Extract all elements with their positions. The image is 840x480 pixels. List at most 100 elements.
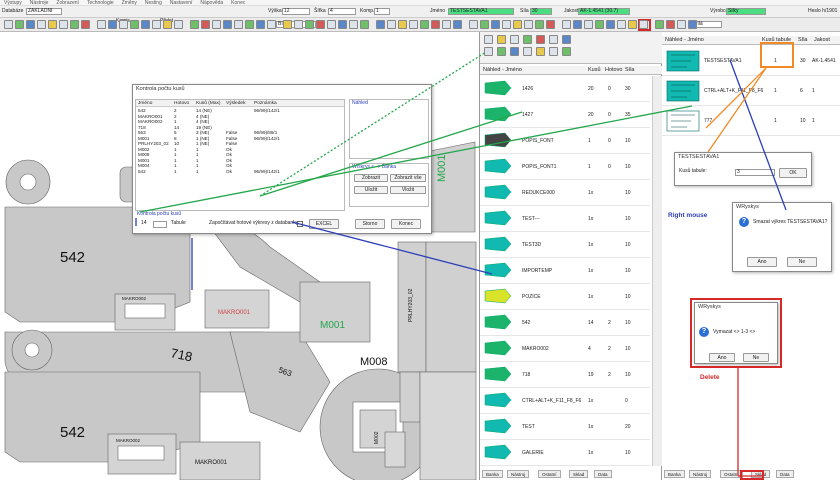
toolbar-tool-icon[interactable]: [15, 20, 24, 29]
banka-tool-icon[interactable]: [536, 47, 545, 56]
tab-data[interactable]: Data: [776, 470, 794, 478]
toolbar-tool-icon[interactable]: [666, 20, 675, 29]
sestava-row[interactable]: CTRL+ALT+K_F11_F8_F6 1 6 1: [662, 76, 840, 106]
toolbar-tool-icon[interactable]: [453, 20, 462, 29]
toolbar-tool-icon[interactable]: [469, 20, 478, 29]
banka-row[interactable]: TEST 1x 20: [480, 414, 650, 440]
tab-sklad[interactable]: Sklad: [569, 470, 589, 478]
banka-row[interactable]: 542 14 2 10: [480, 310, 650, 336]
banka-list[interactable]: 1426 20 0 30 1427 20 0 35 POPIS_FONT 1 0 10 POPIS_FO…: [480, 76, 656, 466]
toolbar-tool-icon[interactable]: [294, 20, 303, 29]
col-r-nahled[interactable]: Náhled - Jméno: [665, 36, 704, 45]
komp-field[interactable]: 1: [374, 8, 390, 15]
toolbar-tool-icon[interactable]: [398, 20, 407, 29]
toolbar-tool-icon[interactable]: [70, 20, 79, 29]
toolbar-tool-icon[interactable]: [256, 20, 265, 29]
storno-button[interactable]: Storno: [355, 219, 385, 229]
zobrazit-button[interactable]: Zobrazit: [354, 174, 388, 182]
banka-row[interactable]: TEST--- 1x 10: [480, 206, 650, 232]
sestava-list[interactable]: TESTSESTAVA1 1 30 AK-1.4541 CTRL+ALT+K_F11_F…: [662, 46, 840, 146]
toolbar-tool-icon[interactable]: [584, 20, 593, 29]
toolbar-tool-icon[interactable]: [223, 20, 232, 29]
zobrazit-vse-button[interactable]: Zobrazit vše: [390, 174, 426, 182]
vyrobce-field[interactable]: Silky: [726, 8, 766, 15]
smazat-no-button[interactable]: Ne: [787, 257, 817, 267]
smazat-yes-button[interactable]: Ano: [747, 257, 777, 267]
kontrola-col-header[interactable]: Hotovo: [174, 100, 189, 107]
toolbar-tool-icon[interactable]: [655, 20, 664, 29]
toolbar-tool-icon[interactable]: [617, 20, 626, 29]
toolbar-tool-icon[interactable]: [48, 20, 57, 29]
toolbar-tool-icon[interactable]: [688, 20, 697, 29]
toolbar-tool-icon[interactable]: [677, 20, 686, 29]
toolbar-tool-icon[interactable]: [190, 20, 199, 29]
toolbar-tool-icon[interactable]: [163, 20, 172, 29]
toolbar-tool-icon[interactable]: [387, 20, 396, 29]
banka-row[interactable]: 718 19 2 10: [480, 362, 650, 388]
toolbar-tool-icon[interactable]: [174, 20, 183, 29]
sila-field[interactable]: 30: [530, 8, 552, 15]
kontrola-table[interactable]: Jméno Hotovo Kusů (Max) Výsledek Poznámka 54…: [135, 99, 345, 211]
vlozit-button[interactable]: Vložit: [390, 186, 426, 194]
toolbar-tool-icon[interactable]: [4, 20, 13, 29]
toolbar-tool-icon[interactable]: [245, 20, 254, 29]
toolbar-tool-icon[interactable]: [201, 20, 210, 29]
col-nahled[interactable]: Náhled - Jméno: [483, 66, 522, 75]
tab-banka[interactable]: Banka: [664, 470, 685, 478]
toolbar-tool-icon[interactable]: [573, 20, 582, 29]
toolbar-tool-icon[interactable]: [37, 20, 46, 29]
zapocitavat-checkbox[interactable]: [297, 221, 303, 227]
toolbar-tool-icon[interactable]: [502, 20, 511, 29]
toolbar-tool-icon[interactable]: [59, 20, 68, 29]
banka-tool-icon[interactable]: [523, 35, 532, 44]
tab-data[interactable]: Data: [594, 470, 612, 478]
banka-row[interactable]: REDUKCE000 1x 10: [480, 180, 650, 206]
banka-row[interactable]: POPIS_FONT 1 0 10: [480, 128, 650, 154]
toolbar-tool-icon[interactable]: [81, 20, 90, 29]
toolbar-tool-icon[interactable]: [442, 20, 451, 29]
toolbar-tool-icon[interactable]: [595, 20, 604, 29]
toolbar-tool-icon[interactable]: [628, 20, 637, 29]
toolbar-tool-icon[interactable]: [535, 20, 544, 29]
kusu-tabule-ok-button[interactable]: OK: [779, 168, 807, 178]
banka-row[interactable]: GALERIE 1x 10: [480, 440, 650, 466]
toolbar-tool-icon[interactable]: [480, 20, 489, 29]
toolbar-tool-icon[interactable]: [639, 20, 648, 29]
toolbar-tool-icon[interactable]: [376, 20, 385, 29]
toolbar-tool-icon[interactable]: [491, 20, 500, 29]
toolbar-tool-icon[interactable]: [97, 20, 106, 29]
nesting-canvas[interactable]: 542 718 542 M008 563 M001 M001 MAKRO001 …: [0, 32, 480, 480]
toolbar-tool-icon[interactable]: [305, 20, 314, 29]
banka-tool-icon[interactable]: [484, 47, 493, 56]
jakost-field[interactable]: AK-1.4541 (30.7): [578, 8, 630, 15]
sestava-row[interactable]: TESTSESTAVA1 1 30 AK-1.4541: [662, 46, 840, 76]
banka-row[interactable]: CTRL+ALT+K_F11_F8_F6 1x 0: [480, 388, 650, 414]
toolbar-tool-icon[interactable]: [283, 20, 292, 29]
count-spinner[interactable]: [153, 221, 167, 228]
banka-tool-icon[interactable]: [523, 47, 532, 56]
kusu-tabule-input[interactable]: 3: [735, 169, 775, 176]
banka-row[interactable]: 1427 20 0 35: [480, 102, 650, 128]
sirka-field[interactable]: 4: [328, 8, 356, 15]
banka-row[interactable]: IMPORTEMP 1x 10: [480, 258, 650, 284]
banka-tool-icon[interactable]: [562, 35, 571, 44]
toolbar-tool-icon[interactable]: [26, 20, 35, 29]
toolbar-tool-icon[interactable]: [212, 20, 221, 29]
banka-tool-icon[interactable]: [549, 47, 558, 56]
toolbar-tool-icon[interactable]: [119, 20, 128, 29]
toolbar-tool-icon[interactable]: [513, 20, 522, 29]
banka-row[interactable]: TEST3D 1x 10: [480, 232, 650, 258]
banka-tool-icon[interactable]: [510, 35, 519, 44]
vyska-field[interactable]: 12: [282, 8, 310, 15]
banka-tool-icon[interactable]: [549, 35, 558, 44]
toolbar-tool-icon[interactable]: [130, 20, 139, 29]
toolbar-tool-icon[interactable]: [562, 20, 571, 29]
col-sila[interactable]: Síla: [625, 66, 634, 75]
toolbar-tool-icon[interactable]: [316, 20, 325, 29]
excel-button[interactable]: EXCEL: [309, 219, 339, 229]
databaze-field[interactable]: ZAKLADNI: [26, 8, 62, 15]
toolbar-tool-icon[interactable]: [327, 20, 336, 29]
banka-tool-icon[interactable]: [484, 35, 493, 44]
ulozit-button[interactable]: Uložit: [354, 186, 388, 194]
toolbar-tool-icon[interactable]: [524, 20, 533, 29]
